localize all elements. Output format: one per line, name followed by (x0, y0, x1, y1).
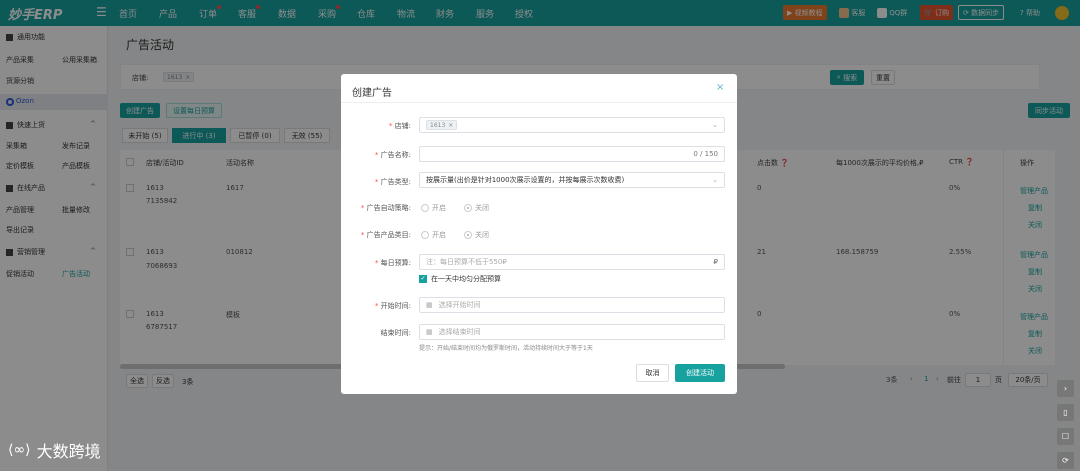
refresh-icon[interactable]: ⟳ (1057, 452, 1074, 469)
calendar-icon: ▦ (426, 328, 433, 336)
mobile-icon[interactable]: ▯ (1057, 404, 1074, 421)
dialog-divider (341, 102, 737, 103)
store-select[interactable]: 1613 × ⌄ (419, 117, 725, 133)
auto-strategy-off-radio[interactable]: 关闭 (464, 203, 489, 213)
category-on-radio[interactable]: 开启 (421, 230, 446, 240)
ad-name-input[interactable]: 0 / 150 (419, 146, 725, 162)
char-counter: 0 / 150 (693, 150, 718, 158)
category-label: * 广告产品类目: (360, 231, 411, 239)
calendar-icon: ▦ (426, 301, 433, 309)
checkbox-checked-icon: ✓ (419, 275, 427, 283)
collapse-panel-button[interactable]: › (1057, 380, 1074, 397)
ruble-unit: ₽ (713, 258, 718, 266)
ad-type-label: * 广告类型: (374, 178, 411, 186)
chevron-down-icon: ⌄ (712, 121, 718, 129)
create-campaign-button[interactable]: 创建活动 (675, 364, 725, 382)
category-radio-group: 开启 关闭 (421, 230, 507, 240)
cancel-button[interactable]: 取消 (636, 364, 669, 382)
ad-name-label: * 广告名称: (374, 151, 411, 159)
even-budget-checkbox[interactable]: ✓ 在一天中均匀分配预算 (419, 274, 501, 284)
auto-strategy-on-radio[interactable]: 开启 (421, 203, 446, 213)
store-tag[interactable]: 1613 × (426, 120, 458, 130)
end-time-label: 结束时间: (380, 329, 411, 337)
chevron-down-icon: ⌄ (712, 176, 718, 184)
auto-strategy-label: * 广告自动策略: (360, 204, 411, 212)
store-label: * 店铺: (388, 122, 411, 130)
brand-logo-icon: ⟨∞⟩ (8, 442, 31, 458)
time-hint: 提示：开始/结束时间均为俄罗斯时间，活动持续时间大于等于1天 (419, 345, 593, 352)
watermark: ⟨∞⟩ 大数跨境 (8, 442, 101, 461)
start-time-label: * 开始时间: (374, 302, 411, 310)
close-icon[interactable]: × (716, 82, 724, 93)
chat-icon[interactable]: ☐ (1057, 428, 1074, 445)
ad-type-select[interactable]: 按展示量(出价是针对1000次展示设置的，并按每展示次数收费) ⌄ (419, 172, 725, 188)
close-icon[interactable]: × (448, 122, 453, 129)
dialog-title: 创建广告 (352, 88, 392, 99)
category-off-radio[interactable]: 关闭 (464, 230, 489, 240)
end-time-picker[interactable]: ▦ 选择结束时间 (419, 324, 725, 340)
daily-budget-label: * 每日预算: (374, 259, 411, 267)
start-time-picker[interactable]: ▦ 选择开始时间 (419, 297, 725, 313)
budget-placeholder: 注：每日预算不低于550₽ (426, 258, 507, 266)
ad-type-value: 按展示量(出价是针对1000次展示设置的，并按每展示次数收费) (426, 176, 625, 184)
daily-budget-input[interactable]: 注：每日预算不低于550₽ ₽ (419, 254, 725, 270)
auto-strategy-radio-group: 开启 关闭 (421, 203, 507, 213)
